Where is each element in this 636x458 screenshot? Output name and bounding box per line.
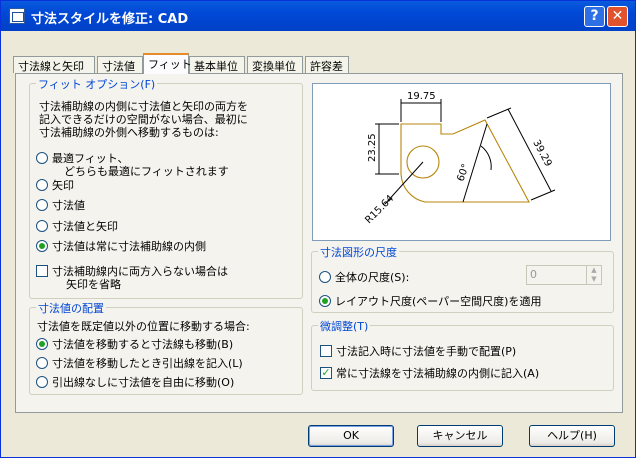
label-manual-placement: 寸法記入時に寸法値を手動で配置(P) [336, 345, 517, 358]
radio-arrows[interactable] [36, 179, 48, 191]
window-title: 寸法スタイルを修正: CAD [31, 12, 189, 27]
tab-alternate-units[interactable]: 変換単位 [247, 56, 303, 73]
label-overall-scale: 全体の尺度(S): [335, 271, 410, 284]
fit-preview: 19.75 23.25 39.29 60° R15.64 [312, 83, 611, 241]
checkbox-manual-placement[interactable] [320, 345, 332, 357]
help-dialog-button[interactable]: ヘルプ(H) [529, 425, 615, 447]
tab-lines-arrows[interactable]: 寸法線と矢印 [13, 56, 95, 73]
label-add-leader: 寸法値を移動したとき引出線を記入(L) [52, 357, 243, 370]
help-button[interactable]: ? [584, 6, 605, 27]
fit-description-3: 寸法補助線の外側へ移動するものは: [39, 126, 219, 139]
label-suppress-arrows-2: 矢印を省略 [66, 278, 121, 291]
preview-drawing: 19.75 23.25 39.29 60° R15.64 [363, 91, 556, 226]
label-draw-dim-inside: 常に寸法線を寸法補助線の内側に記入(A) [336, 367, 540, 380]
preview-dimensions [375, 99, 556, 205]
radio-add-leader[interactable] [36, 357, 48, 369]
label-text-and-arrows: 寸法値と矢印 [52, 220, 118, 233]
preview-dim-r15-64: R15.64 [363, 193, 396, 226]
ok-button[interactable]: OK [308, 425, 394, 447]
spinner-arrows-icon[interactable]: ▲ ▼ [586, 266, 601, 284]
placement-description: 寸法値を既定値以外の位置に移動する場合: [37, 320, 250, 333]
preview-dim-39-29: 39.29 [530, 138, 553, 168]
tab-text[interactable]: 寸法値 [97, 56, 143, 73]
label-best-fit-sub: どちらも最適にフィットされます [64, 165, 229, 178]
label-layout-scale: レイアウト尺度(ペーパー空間尺度)を適用 [335, 295, 542, 308]
radio-text[interactable] [36, 199, 48, 211]
radio-layout-scale[interactable] [319, 295, 331, 307]
preview-dim-23-25: 23.25 [367, 133, 378, 162]
radio-move-dim-line[interactable] [36, 338, 48, 350]
overall-scale-value: 0 [530, 268, 537, 281]
scale-legend: 寸法図形の尺度 [318, 244, 399, 260]
cancel-button[interactable]: キャンセル [417, 425, 503, 447]
preview-dim-19-75: 19.75 [407, 91, 436, 102]
label-no-leader: 引出線なしに寸法値を自由に移動(O) [52, 376, 235, 389]
radio-best-fit[interactable] [36, 152, 48, 164]
radio-overall-scale[interactable] [319, 271, 331, 283]
label-text-always-inside: 寸法値は常に寸法補助線の内側 [52, 240, 206, 253]
app-icon [9, 8, 25, 24]
label-arrows: 矢印 [52, 179, 74, 192]
radio-text-and-arrows[interactable] [36, 220, 48, 232]
fine-tuning-legend: 微調整(T) [318, 318, 371, 334]
title-bar[interactable]: 寸法スタイルを修正: CAD ? ✕ [1, 1, 635, 31]
tab-tolerances[interactable]: 許容差 [305, 56, 349, 73]
overall-scale-spinner[interactable]: 0 ▲ ▼ [526, 265, 602, 285]
tab-fit[interactable]: フィット [143, 53, 192, 74]
fit-options-legend: フィット オプション(F) [36, 76, 158, 92]
text-placement-legend: 寸法値の配置 [36, 300, 106, 316]
checkbox-draw-dim-inside[interactable]: ✓ [320, 367, 332, 379]
dialog-window: 寸法スタイルを修正: CAD ? ✕ 寸法線と矢印 寸法値 フィット 基本単位 … [0, 0, 636, 458]
preview-shape [400, 119, 530, 203]
label-move-dim-line: 寸法値を移動すると寸法線も移動(B) [52, 338, 234, 351]
label-text: 寸法値 [52, 199, 85, 212]
radio-no-leader[interactable] [36, 376, 48, 388]
radio-text-always-inside[interactable] [36, 240, 48, 252]
close-icon[interactable]: ✕ [607, 6, 628, 27]
checkbox-suppress-arrows[interactable] [36, 265, 48, 277]
tab-primary-units[interactable]: 基本単位 [189, 56, 245, 73]
